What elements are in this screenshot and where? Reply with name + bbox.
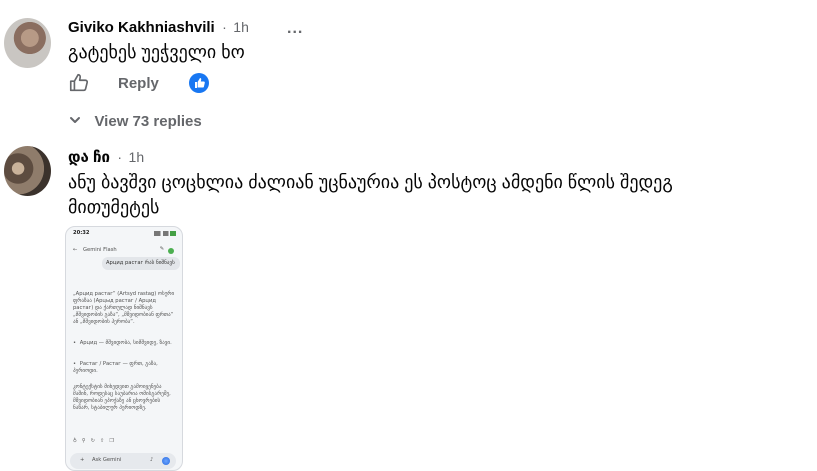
user-bubble: Арцид растаг რას ნიშნავს <box>102 257 180 270</box>
avatar-giviko[interactable] <box>4 18 51 68</box>
comment2-header: და ჩი · 1h <box>68 148 144 167</box>
gemini-app-title: ← Gemini Flash <box>73 247 117 254</box>
bullet-dot-icon: • <box>73 361 77 367</box>
gemini-app-title-text: Gemini Flash <box>83 247 117 253</box>
answer-bullet-2: • Растаг / Растаг — ფრთ, გაზა, პერიოდი. <box>73 361 175 375</box>
sparkle-icon <box>162 457 170 465</box>
answer-paragraph-2: კონტექსტის მიხედვით გამოიყენება მაშინ, რ… <box>73 384 171 411</box>
ask-gemini-placeholder: Ask Gemini <box>92 457 122 463</box>
comment1-time[interactable]: 1h <box>233 19 249 35</box>
bullet-dot-icon: • <box>73 340 77 346</box>
feedback-icons: ♁⚲↻⇧❐ <box>73 438 119 445</box>
refresh-small-icon: ↻ <box>90 438 100 444</box>
edit-icon: ✎ <box>159 246 164 252</box>
reply-button[interactable]: Reply <box>118 75 159 92</box>
ask-gemini-bar[interactable]: + Ask Gemini ♪ <box>70 453 176 469</box>
comment2-time[interactable]: 1h <box>129 149 145 165</box>
thumbs-up-icon <box>69 73 89 92</box>
comment2-text-line2: მითუმეტეს <box>68 197 160 217</box>
chevron-down-icon <box>70 117 80 123</box>
more-options-icon: ... <box>287 20 304 37</box>
more-options-button[interactable]: ... <box>285 20 307 42</box>
like-reaction-badge[interactable] <box>189 73 209 93</box>
answer-paragraph-1: „Арцид растаг“ (Artsyd rastag) ოსური ფრა… <box>73 291 175 325</box>
profile-dot-icon <box>168 248 174 254</box>
mic-icon: ♪ <box>150 457 154 463</box>
view-replies-label: View 73 replies <box>94 113 202 130</box>
status-time: 20:32 <box>73 230 90 236</box>
answer-bullet-2-text: Растаг / Растаг — ფრთ, გაზა, პერიოდი. <box>73 361 158 374</box>
comment2-text-line1: ანუ ბავშვი ცოცხლია ძალიან უცნაურია ეს პო… <box>68 172 673 192</box>
comment2-author[interactable]: და ჩი <box>68 149 110 166</box>
view-replies-button[interactable]: View 73 replies <box>68 113 202 131</box>
comment1-text: გატეხეს უეჭველი ხო <box>68 42 245 62</box>
answer-bullet-1: • Арцид — მშვიდობა, სიმშვიდე, ზავი. <box>73 340 175 347</box>
avatar-da-chi[interactable] <box>4 146 51 196</box>
comment2-separator: · <box>117 149 123 165</box>
copy-small-icon: ❐ <box>109 438 119 444</box>
like-reaction-icon <box>195 78 205 88</box>
comment1-header: Giviko Kakhniashvili · 1h <box>68 19 249 37</box>
plus-icon: + <box>80 457 85 463</box>
share-small-icon: ⇧ <box>99 438 110 444</box>
thumbs-up-small-icon: ♁ <box>73 438 82 444</box>
comment1-author[interactable]: Giviko Kakhniashvili <box>68 19 215 36</box>
back-arrow-icon: ← <box>73 247 78 253</box>
status-icons <box>154 231 176 236</box>
answer-bullet-1-text: Арцид — მშვიდობა, სიმშვიდე, ზავი. <box>79 340 172 346</box>
thumbs-down-small-icon: ⚲ <box>81 438 91 444</box>
like-button[interactable] <box>68 72 92 96</box>
comment1-separator: · <box>222 19 227 35</box>
attached-screenshot[interactable]: 20:32 ← Gemini Flash ✎ Арцид растаг რას … <box>65 226 183 471</box>
